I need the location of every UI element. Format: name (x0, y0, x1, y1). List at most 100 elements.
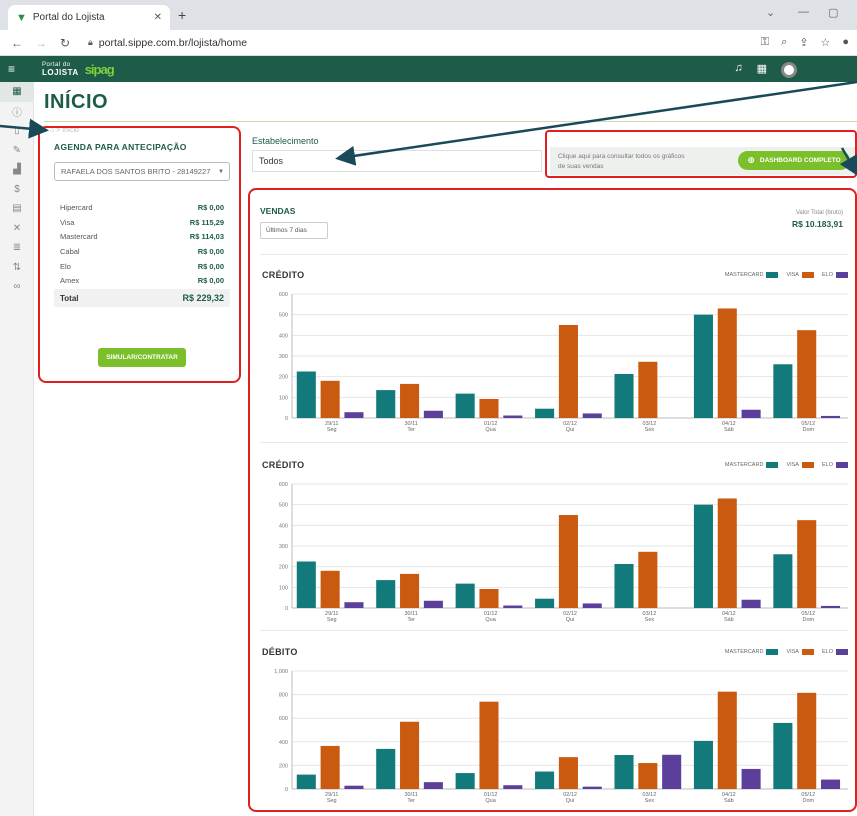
bookmark-star-icon[interactable]: ☆ (820, 36, 830, 49)
merchant-select-value: RAFAELA DOS SANTOS BRITO - 28149227 (61, 167, 211, 176)
new-tab-button[interactable]: + (178, 7, 186, 23)
y-tick-label: 300 (279, 544, 288, 550)
bar-elo (423, 600, 443, 608)
y-tick-label: 0 (285, 606, 288, 612)
merchant-select[interactable]: RAFAELA DOS SANTOS BRITO - 28149227 ▼ (54, 162, 230, 181)
legend-swatch (766, 462, 779, 468)
brand-value: R$ 0,00 (197, 202, 224, 212)
agenda-title: AGENDA PARA ANTECIPAÇÃO (54, 142, 187, 152)
key-icon[interactable]: ⚿ (761, 36, 769, 49)
avatar[interactable] (781, 62, 797, 78)
y-tick-label: 200 (279, 763, 288, 769)
y-tick-label: 800 (279, 693, 288, 699)
legend-swatch (766, 649, 779, 655)
nav-filter-icon[interactable]: ⇅ (0, 258, 34, 278)
bar-mastercard (773, 554, 793, 608)
bar-mastercard (296, 561, 316, 608)
brand-label: Mastercard (60, 232, 98, 242)
bar-visa (638, 763, 658, 789)
bar-elo (582, 413, 602, 418)
browser-tab[interactable]: ▼ Portal do Lojista ✕ (8, 5, 170, 30)
nav-dollar-icon[interactable]: $ (0, 180, 34, 200)
legend-swatch (836, 462, 848, 468)
nav-chart-icon[interactable]: ▟ (0, 160, 34, 180)
bar-elo (820, 779, 841, 789)
bell-icon[interactable]: ♫ (734, 62, 742, 78)
logo-brand-text: sipag (84, 61, 115, 77)
y-tick-label: 0 (285, 416, 288, 422)
bar-visa (400, 721, 420, 789)
forward-icon[interactable]: → (34, 36, 48, 50)
x-tick-label: Qua (485, 798, 496, 804)
y-tick-label: 500 (279, 313, 288, 319)
legend-swatch (801, 272, 814, 278)
x-tick-label: Qui (566, 427, 575, 433)
url-field[interactable]: 🔒︎ portal.sippe.com.br/lojista/home (88, 37, 247, 49)
y-tick-label: 400 (279, 740, 288, 746)
nav-home-icon[interactable]: ▦ (0, 82, 34, 102)
chart-title: DÉBITO (262, 647, 298, 657)
brand-value: R$ 0,00 (197, 261, 224, 271)
x-tick-label: Sex (645, 617, 655, 623)
bar-mastercard (614, 755, 634, 789)
y-tick-label: 400 (279, 333, 288, 339)
share-icon[interactable]: ⇪ (799, 36, 808, 49)
nav-info-icon[interactable]: ⓘ (0, 102, 34, 122)
nav-database-icon[interactable]: ≣ (0, 238, 34, 258)
bar-visa (797, 330, 817, 418)
profile-icon[interactable]: ● (842, 36, 849, 49)
chart-credit-1: 0 100 200 300 400 500 600 29/11 Seg 30/11 Ter 01/12… (256, 270, 852, 440)
chart-legend: MASTERCARD VISA ELO (725, 272, 848, 278)
x-tick-label: Sex (645, 427, 655, 433)
logo: Portal do LOJISTA sipag (42, 61, 115, 77)
bar-mastercard (535, 408, 555, 418)
nav-link-icon[interactable]: ∞ (0, 277, 34, 297)
back-icon[interactable]: ← (10, 36, 24, 50)
url-text: portal.sippe.com.br/lojista/home (98, 36, 248, 49)
chevron-down-icon: ▼ (218, 168, 224, 175)
brand-value: R$ 0,00 (197, 246, 224, 256)
simulate-contract-button[interactable]: SIMULAR/CONTRATAR (98, 348, 186, 367)
total-value: R$ 229,32 (182, 293, 224, 304)
restore-icon[interactable]: ▢ (828, 6, 838, 19)
chart-svg: 010020030040050060029/11Seg30/11Ter01/12… (279, 292, 848, 433)
bar-elo (423, 782, 443, 789)
dashboard-complete-button[interactable]: ⊕ DASHBOARD COMPLETO (738, 151, 850, 170)
nav-calendar-icon[interactable]: ▤ (0, 199, 34, 219)
nav-tools-icon[interactable]: ✕ (0, 219, 34, 239)
x-tick-label: Ter (407, 798, 415, 804)
reload-icon[interactable]: ↻ (58, 36, 72, 50)
page-title: INÍCIO (44, 91, 109, 113)
menu-icon[interactable]: ≡ (8, 62, 24, 76)
chart-legend: MASTERCARD VISA ELO (725, 462, 848, 468)
zoom-icon[interactable]: ⌕ (781, 36, 787, 49)
y-tick-label: 300 (279, 354, 288, 360)
y-tick-label: 1,000 (274, 669, 288, 675)
bar-visa (320, 380, 340, 418)
bar-elo (423, 410, 443, 418)
tab-search-icon[interactable]: ⌄ (766, 6, 775, 19)
total-gross-value: R$ 10.183,91 (791, 219, 843, 229)
nav-document-icon[interactable]: ▯ (0, 121, 34, 141)
bar-mastercard (455, 583, 475, 608)
y-tick-label: 600 (279, 292, 288, 298)
nav-edit-icon[interactable]: ✎ (0, 141, 34, 161)
y-tick-label: 0 (285, 787, 288, 793)
tab-title: Portal do Lojista (32, 12, 105, 23)
bar-visa (400, 573, 420, 608)
x-tick-label: Dom (802, 617, 814, 623)
period-select[interactable]: Últimos 7 dias (260, 222, 328, 239)
browser-tab-strip: ▼ Portal do Lojista ✕ + ⌄ — ▢ (0, 0, 857, 30)
bar-visa (638, 361, 658, 418)
sales-title: VENDAS (260, 206, 296, 216)
bar-visa (558, 757, 578, 789)
minimize-icon[interactable]: — (798, 6, 809, 18)
logo-lojista-text: LOJISTA (42, 67, 79, 77)
bar-mastercard (773, 722, 793, 789)
list-item: Mastercard R$ 114,03 (54, 229, 230, 244)
tab-close-icon[interactable]: ✕ (154, 12, 162, 23)
establishment-field[interactable]: Todos (252, 150, 542, 172)
bar-elo (344, 602, 364, 608)
apps-grid-icon[interactable]: ▦ (757, 62, 767, 78)
brand-value: R$ 114,03 (189, 232, 224, 242)
